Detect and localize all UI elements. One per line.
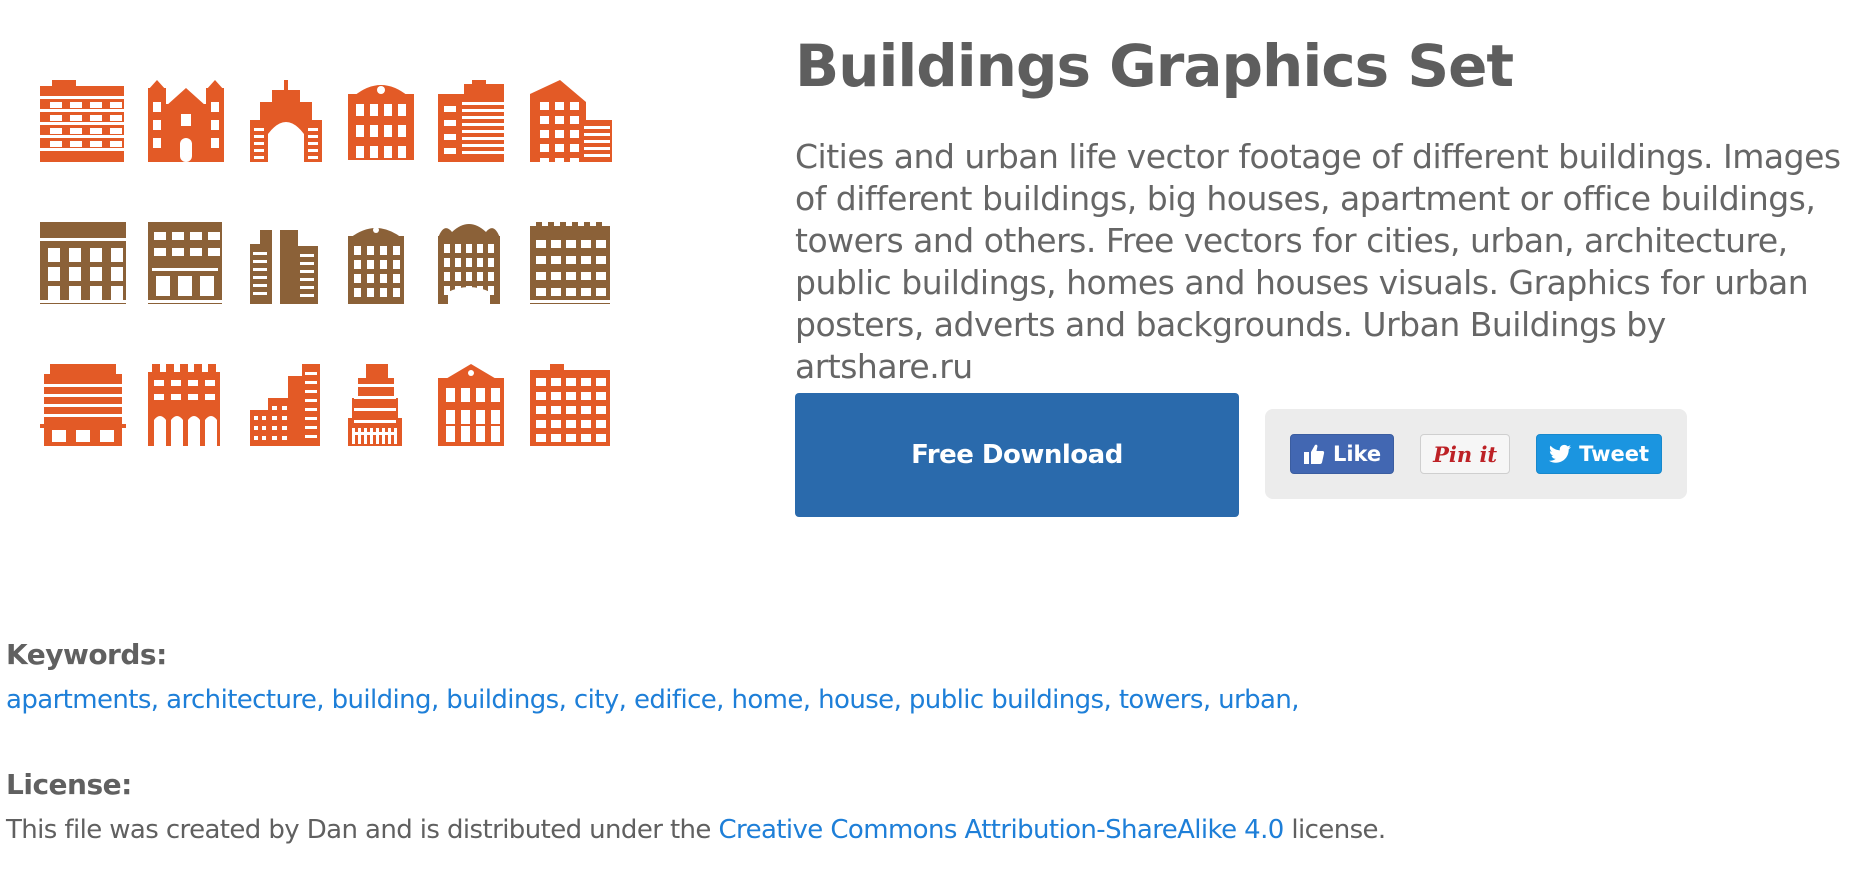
stepped-tower-icon <box>348 364 402 446</box>
facebook-like-button[interactable]: Like <box>1289 434 1395 474</box>
share-bar: Like Pin it Tweet <box>1265 409 1687 499</box>
pin-label: Pin it <box>1433 441 1498 467</box>
tweet-label: Tweet <box>1579 442 1650 466</box>
twitter-bird-icon <box>1549 444 1572 463</box>
mansard-house-icon <box>348 227 404 304</box>
keyword-link[interactable]: building, <box>332 685 440 715</box>
keyword-link[interactable]: city, <box>574 685 627 715</box>
keyword-link[interactable]: buildings, <box>446 685 567 715</box>
free-download-button[interactable]: Free Download <box>795 393 1239 517</box>
keyword-link[interactable]: public buildings, <box>909 685 1112 715</box>
twin-towers-icon <box>250 230 318 304</box>
license-label: License: <box>6 768 132 801</box>
info-panel: Buildings Graphics Set Cities and urban … <box>795 28 1845 388</box>
shop-building-icon <box>148 222 222 304</box>
block-building-icon <box>530 364 610 446</box>
thumbs-up-icon <box>1303 444 1325 464</box>
hotel-icon <box>40 364 126 446</box>
keywords-section: Keywords: apartments, architecture, buil… <box>6 638 1846 715</box>
skyline-icon <box>250 364 320 446</box>
classic-townhouse-icon <box>40 222 126 304</box>
keyword-link[interactable]: urban, <box>1218 685 1299 715</box>
preview-image <box>30 70 730 550</box>
wide-apartment-icon <box>530 222 610 304</box>
license-section: License: This file was created by Dan an… <box>6 768 1846 845</box>
actions-row: Free Download Like Pin it Tweet <box>795 393 1687 517</box>
keyword-link[interactable]: apartments, <box>6 685 159 715</box>
keyword-link[interactable]: architecture, <box>166 685 324 715</box>
pinterest-pin-button[interactable]: Pin it <box>1420 434 1511 474</box>
gable-building-icon <box>438 364 504 446</box>
twitter-tweet-button[interactable]: Tweet <box>1536 434 1663 474</box>
office-tower-icon <box>438 80 504 162</box>
ornate-townhouse-icon <box>348 85 414 162</box>
keywords-list: apartments, architecture, building, buil… <box>6 685 1846 715</box>
description: Cities and urban life vector footage of … <box>795 137 1841 386</box>
keyword-link[interactable]: home, <box>732 685 812 715</box>
arch-gate-icon <box>250 80 322 162</box>
modern-office-icon <box>530 80 612 166</box>
apartment-block-icon <box>40 80 124 162</box>
license-text: This file was created by Dan and is dist… <box>6 815 1846 845</box>
arcade-building-icon <box>148 364 220 446</box>
page-title: Buildings Graphics Set <box>795 32 1514 100</box>
keyword-link[interactable]: edifice, <box>634 685 724 715</box>
gabled-house-icon <box>438 224 500 304</box>
keywords-label: Keywords: <box>6 638 167 671</box>
license-link[interactable]: Creative Commons Attribution-ShareAlike … <box>719 815 1285 845</box>
church-icon <box>148 80 224 162</box>
keyword-link[interactable]: house, <box>818 685 902 715</box>
license-text-before: This file was created by Dan and is dist… <box>6 815 719 845</box>
like-label: Like <box>1332 442 1382 466</box>
license-text-after: license. <box>1283 815 1386 845</box>
building-icons-grid <box>40 80 612 446</box>
keyword-link[interactable]: towers, <box>1119 685 1211 715</box>
